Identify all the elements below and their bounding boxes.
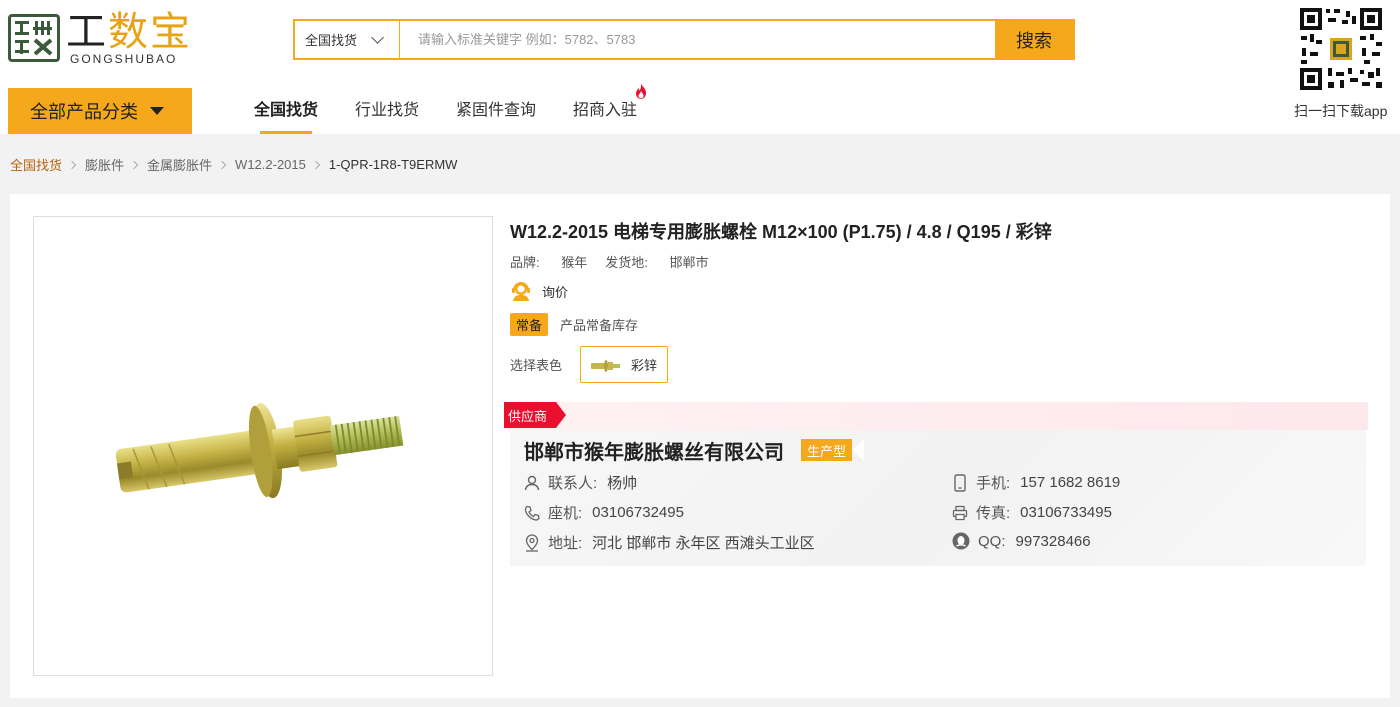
mobile-value: 157 1682 8619 [1020,474,1121,491]
customer-service-icon [512,282,530,301]
location-pin-icon [525,533,539,552]
qr-caption: 扫一扫下载app [1294,103,1388,119]
product-card: W12.2-2015 电梯专用膨胀螺栓 M12×100 (P1.75) / 4.… [10,194,1390,698]
logo-text: 工数宝 [66,9,192,55]
inquiry-label: 询价 [542,284,569,300]
main-nav: 全国找货 行业找货 紧固件查询 招商入驻 [254,83,674,134]
search-bar: 全国找货 搜索 [293,19,1075,60]
contact-row: 联系人: 杨帅 [524,472,637,493]
mobile-row: 手机: 157 1682 8619 [952,472,1120,493]
inquiry-button[interactable]: 询价 [510,280,568,302]
chevron-right-icon [217,160,227,169]
logo-mark-icon [8,14,60,62]
brand-label: 品牌: [510,255,540,270]
contact-value: 杨帅 [607,475,638,492]
search-scope-select[interactable]: 全国找货 [295,21,400,58]
origin-value: 邯郸市 [669,255,709,270]
origin-field: 发货地: 邯郸市 [605,255,708,270]
telephone-icon [524,505,540,521]
address-value: 河北 邯郸市 永年区 西滩头工业区 [592,535,815,552]
fax-value: 03106733495 [1020,504,1112,521]
product-meta: 品牌: 猴年 发货地: 邯郸市 [510,252,709,271]
stock-text: 产品常备库存 [560,318,639,333]
company-type-badge: 生产型 [801,439,865,461]
address-label: 地址: [548,535,583,552]
chevron-down-icon [371,30,384,44]
nav-item-join-label: 招商入驻 [573,102,638,119]
caret-down-icon [150,107,164,115]
product-image [33,216,493,676]
all-categories-label: 全部产品分类 [30,102,138,122]
supplier-tag: 供应商 [504,402,566,428]
contact-label: 联系人: [548,475,598,492]
phone-label: 座机: [548,505,583,522]
phone-row: 座机: 03106732495 [524,502,684,523]
search-scope-label: 全国找货 [305,33,358,48]
brand-field: 品牌: 猴年 [510,255,587,270]
breadcrumb-item[interactable]: 膨胀件 [85,155,124,174]
stock-row: 常备 产品常备库存 [510,313,638,336]
chevron-right-icon [67,160,77,169]
origin-label: 发货地: [605,255,648,270]
color-select-row: 选择表色 彩锌 [510,346,669,383]
logo-subtitle: GONGSHUBAO [70,52,178,66]
mobile-label: 手机: [976,475,1011,492]
breadcrumb-item[interactable]: W12.2-2015 [235,157,306,172]
qr-code-icon [1298,6,1384,92]
anchor-bolt-image [115,402,404,499]
site-logo[interactable]: 工数宝 GONGSHUBAO [8,9,198,68]
mobile-phone-icon [954,473,966,492]
product-title: W12.2-2015 电梯专用膨胀螺栓 M12×100 (P1.75) / 4.… [510,222,1052,242]
breadcrumb-item[interactable]: 金属膨胀件 [147,155,212,174]
address-row: 地址: 河北 邯郸市 永年区 西滩头工业区 [524,532,815,553]
nav-item-fastener-query[interactable]: 紧固件查询 [456,96,536,134]
nav-item-join[interactable]: 招商入驻 [573,83,647,134]
top-bar: 工数宝 GONGSHUBAO 全国找货 搜索 扫一扫下 [0,0,1400,134]
search-button[interactable]: 搜索 [995,21,1073,58]
supplier-strip: 供应商 [504,402,1368,430]
nav-item-national[interactable]: 全国找货 [254,96,318,134]
qq-label: QQ: [978,532,1006,550]
color-option-caizn[interactable]: 彩锌 [580,346,669,383]
brand-value: 猴年 [561,255,588,270]
nav-item-industry[interactable]: 行业找货 [355,96,419,134]
color-select-label: 选择表色 [510,358,563,373]
fax-row: 传真: 03106733495 [952,502,1112,523]
breadcrumb-item[interactable]: 全国找货 [10,155,62,174]
stock-badge: 常备 [510,313,549,336]
all-categories-button[interactable]: 全部产品分类 [8,88,192,134]
company-name[interactable]: 邯郸市猴年膨胀螺丝有限公司 [524,436,784,465]
search-input[interactable] [400,21,995,58]
fire-icon [636,83,647,99]
supplier-info: 邯郸市猴年膨胀螺丝有限公司 生产型 联系人: 杨帅 座机: 03106732495 … [510,430,1366,566]
color-option-label: 彩锌 [631,358,658,373]
chevron-right-icon [129,160,139,169]
qq-value: 997328466 [1015,532,1091,550]
chevron-right-icon [311,160,321,169]
breadcrumb-current: 1-QPR-1R8-T9ERMW [328,157,458,172]
fax-label: 传真: [976,505,1011,522]
phone-value: 03106732495 [592,504,684,521]
qq-icon [952,532,970,550]
printer-icon [952,505,968,520]
bolt-thumbnail-icon [591,359,621,372]
breadcrumb: 全国找货 膨胀件 金属膨胀件 W12.2-2015 1-QPR-1R8-T9ER… [10,155,457,174]
person-icon [524,475,540,490]
qq-row: QQ: 997328466 [952,532,1091,550]
